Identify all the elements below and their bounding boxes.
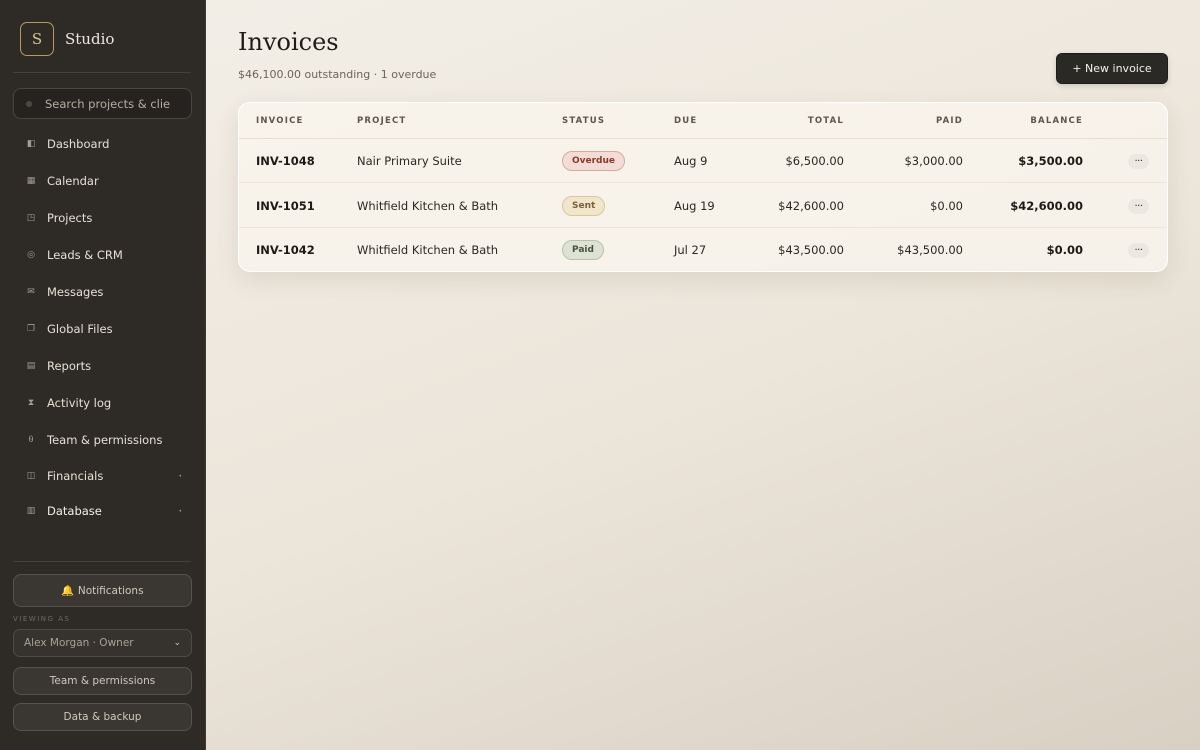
row-actions-cell: ··· [1127,228,1150,271]
sidebar-item-calendar[interactable]: ▦ Calendar [13,166,192,196]
status-cell: Paid [562,228,604,271]
invoice-number[interactable]: INV-1048 [256,139,315,183]
sidebar-item-dashboard[interactable]: ◧ Dashboard [13,129,192,159]
project-name: Whitfield Kitchen & Bath [357,243,499,257]
brand[interactable]: S Studio [20,22,114,56]
new-invoice-button[interactable]: + New invoice [1056,53,1168,84]
sidebar: S Studio ◧ Dashboard ▦ Calendar ◳ Projec… [0,0,206,750]
projects-icon: ◳ [26,213,36,223]
expand-indicator-icon: • [178,507,182,515]
dashboard-icon: ◧ [26,139,36,149]
total-amount: $42,600.00 [778,199,844,213]
reports-icon: ▤ [26,361,36,371]
brand-name: Studio [65,30,115,48]
team-icon: ⍬ [28,435,34,445]
sidebar-item-label: Leads & CRM [47,248,123,262]
status-badge: Sent [562,196,606,216]
due-date: Aug 19 [674,199,715,213]
team-permissions-button[interactable]: Team & permissions [13,667,192,695]
status-cell: Overdue [562,139,626,183]
sidebar-item-financials[interactable]: ◫ Financials • [13,461,192,491]
paid-amount: $3,000.00 [904,154,963,168]
sidebar-item-team-permissions[interactable]: ⍬ Team & permissions [13,425,192,455]
calendar-icon: ▦ [26,176,36,186]
leads-icon: ◎ [27,250,35,260]
project-name: Whitfield Kitchen & Bath [357,199,499,213]
chevron-down-icon: ⌄ [173,638,181,648]
balance-amount: $3,500.00 [1018,154,1083,168]
more-options-icon[interactable]: ··· [1127,152,1150,170]
sidebar-item-label: Reports [47,359,92,373]
sidebar-item-projects[interactable]: ◳ Projects [13,203,192,233]
search-box[interactable] [13,88,192,119]
column-header-total[interactable]: TOTAL [808,116,844,126]
table-row[interactable]: INV-1048 Nair Primary Suite Overdue Aug … [239,139,1167,183]
viewing-as-label: VIEWING AS [13,615,71,623]
more-options-icon[interactable]: ··· [1127,197,1150,215]
project-name: Nair Primary Suite [357,154,462,168]
messages-icon: ✉ [27,287,35,297]
paid-amount: $43,500.00 [897,243,963,257]
sidebar-item-label: Team & permissions [47,433,163,447]
status-badge: Overdue [562,151,626,171]
total-amount: $43,500.00 [778,243,844,257]
sidebar-item-leads-crm[interactable]: ◎ Leads & CRM [13,240,192,270]
invoices-table: INVOICE PROJECT STATUS DUE TOTAL PAID BA… [238,102,1168,272]
status-badge: Paid [562,240,604,260]
column-header-paid[interactable]: PAID [936,116,963,126]
sidebar-item-label: Database [47,504,102,518]
sidebar-item-database[interactable]: ▥ Database • [13,496,192,526]
sidebar-item-activity-log[interactable]: ⧗ Activity log [13,388,192,418]
more-options-icon[interactable]: ··· [1127,241,1150,259]
due-date: Aug 9 [674,154,708,168]
sidebar-item-label: Calendar [47,174,99,188]
due-date: Jul 27 [674,243,707,257]
column-header-due[interactable]: DUE [674,116,697,126]
status-cell: Sent [562,184,606,228]
search-input[interactable] [45,96,185,111]
divider [13,72,191,73]
column-header-project[interactable]: PROJECT [357,116,406,126]
activity-icon: ⧗ [27,398,35,408]
sidebar-item-label: Activity log [47,396,112,410]
invoice-number[interactable]: INV-1051 [256,184,315,228]
column-header-balance[interactable]: BALANCE [1030,116,1083,126]
paid-amount: $0.00 [930,199,963,213]
row-actions-cell: ··· [1127,139,1150,183]
sidebar-item-label: Projects [47,211,93,225]
sidebar-item-label: Global Files [47,322,113,336]
balance-amount: $42,600.00 [1010,199,1083,213]
role-select[interactable]: Alex Morgan · Owner ⌄ [13,629,192,657]
expand-indicator-icon: • [178,472,182,480]
sidebar-item-global-files[interactable]: ❐ Global Files [13,314,192,344]
role-select-value: Alex Morgan · Owner [24,637,134,649]
divider [13,561,191,562]
column-header-status[interactable]: STATUS [562,116,605,126]
brand-logo: S [20,22,54,56]
sidebar-item-label: Messages [47,285,104,299]
total-amount: $6,500.00 [785,154,844,168]
invoice-number[interactable]: INV-1042 [256,228,315,271]
table-row[interactable]: INV-1042 Whitfield Kitchen & Bath Paid J… [239,228,1167,271]
sidebar-item-messages[interactable]: ✉ Messages [13,277,192,307]
financials-icon: ◫ [26,471,36,481]
sidebar-item-label: Financials [47,469,104,483]
sidebar-item-reports[interactable]: ▤ Reports [13,351,192,381]
page-subtitle: $46,100.00 outstanding · 1 overdue [238,68,437,81]
column-header-invoice[interactable]: INVOICE [256,116,304,126]
row-actions-cell: ··· [1127,184,1150,228]
data-backup-button[interactable]: Data & backup [13,703,192,731]
table-row[interactable]: INV-1051 Whitfield Kitchen & Bath Sent A… [239,184,1167,228]
sidebar-item-label: Dashboard [47,137,110,151]
search-icon [26,100,32,107]
notifications-button[interactable]: 🔔 Notifications [13,574,192,607]
table-header: INVOICE PROJECT STATUS DUE TOTAL PAID BA… [239,103,1167,139]
files-icon: ❐ [26,324,36,334]
balance-amount: $0.00 [1046,243,1083,257]
database-icon: ▥ [26,506,36,516]
page-title: Invoices [238,28,339,56]
